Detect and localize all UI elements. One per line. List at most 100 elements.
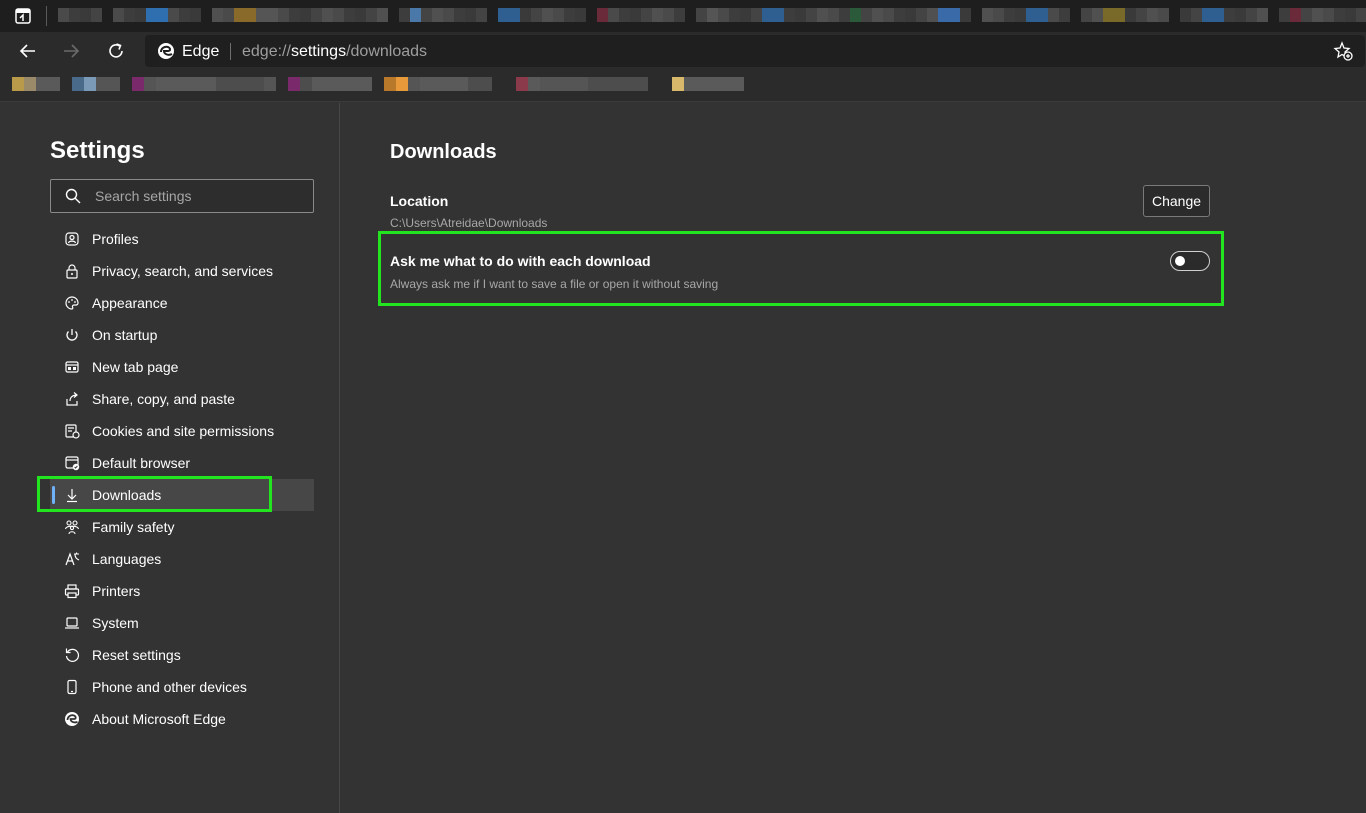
blurred-pixel	[1026, 8, 1037, 22]
blurred-pixel	[12, 77, 24, 91]
blurred-pixel	[575, 8, 586, 22]
blurred-pixel	[1334, 8, 1345, 22]
blurred-pixel	[312, 77, 372, 91]
refresh-icon	[109, 43, 123, 58]
blurred-pixel	[96, 77, 120, 91]
blurred-pixel	[144, 77, 156, 91]
blurred-pixel	[729, 8, 740, 22]
printer-icon	[64, 583, 80, 599]
back-button[interactable]	[16, 39, 40, 63]
sidebar-item-phone-and-other-devices[interactable]: Phone and other devices	[50, 671, 314, 703]
refresh-button[interactable]	[104, 39, 128, 63]
sidebar-item-about-microsoft-edge[interactable]: About Microsoft Edge	[50, 703, 314, 735]
blurred-pixel	[223, 8, 234, 22]
sidebar-item-downloads[interactable]: Downloads	[50, 479, 314, 511]
sidebar-item-languages[interactable]: Languages	[50, 543, 314, 575]
blurred-pixel	[520, 8, 531, 22]
ask-setting-description: Always ask me if I want to save a file o…	[390, 277, 719, 291]
forward-button[interactable]	[59, 39, 83, 63]
favorites-bar	[0, 70, 1366, 102]
blurred-pixel	[168, 8, 179, 22]
blurred-pixel	[421, 8, 432, 22]
blurred-pixel	[672, 77, 684, 91]
blurred-pixel	[396, 77, 408, 91]
blurred-pixel	[355, 8, 366, 22]
blurred-pixel	[817, 8, 828, 22]
blurred-pixel	[894, 8, 905, 22]
search-icon	[65, 188, 81, 204]
search-input[interactable]	[95, 180, 305, 212]
sidebar-item-profiles[interactable]: Profiles	[50, 223, 314, 255]
blurred-pixel	[344, 8, 355, 22]
ask-setting-title: Ask me what to do with each download	[390, 253, 651, 269]
blurred-pixel	[69, 8, 80, 22]
blurred-pixel	[80, 8, 91, 22]
reset-icon	[64, 647, 80, 663]
blurred-pixel	[1004, 8, 1015, 22]
sidebar-item-cookies-and-site-permissions[interactable]: Cookies and site permissions	[50, 415, 314, 447]
sidebar-item-label: Privacy, search, and services	[92, 263, 274, 279]
ask-download-toggle[interactable]	[1170, 251, 1210, 271]
location-path: C:\Users\Atreidae\Downloads	[390, 216, 548, 230]
blurred-pixel	[1048, 8, 1059, 22]
url-prefix: edge://	[242, 43, 291, 60]
tab-actions-icon[interactable]	[14, 7, 32, 25]
blurred-pixel	[1356, 8, 1366, 22]
palette-icon	[64, 295, 80, 311]
sidebar-item-system[interactable]: System	[50, 607, 314, 639]
blurred-pixel	[384, 77, 396, 91]
blurred-pixel	[1147, 8, 1158, 22]
blurred-pixel	[377, 8, 388, 22]
blurred-pixel	[245, 8, 256, 22]
blurred-pixel	[751, 8, 762, 22]
address-bar[interactable]: Edge edge://settings/downloads	[145, 35, 1365, 67]
blurred-pixel	[1158, 8, 1169, 22]
blurred-pixel	[540, 77, 588, 91]
blurred-pixel	[1202, 8, 1213, 22]
blurred-pixel	[190, 8, 201, 22]
blurred-pixel	[311, 8, 322, 22]
sidebar-item-appearance[interactable]: Appearance	[50, 287, 314, 319]
blurred-pixel	[718, 8, 729, 22]
blurred-pixel	[267, 8, 278, 22]
edge-logo-icon	[158, 43, 174, 59]
blurred-pixel	[1081, 8, 1092, 22]
blurred-pixel	[1191, 8, 1202, 22]
blurred-pixel	[597, 8, 608, 22]
blurred-pixel	[256, 8, 267, 22]
blurred-pixel	[696, 8, 707, 22]
laptop-icon	[64, 615, 80, 631]
sidebar-item-share-copy-and-paste[interactable]: Share, copy, and paste	[50, 383, 314, 415]
sidebar-item-default-browser[interactable]: Default browser	[50, 447, 314, 479]
sidebar-item-label: Phone and other devices	[92, 679, 247, 695]
sidebar-item-printers[interactable]: Printers	[50, 575, 314, 607]
blurred-pixel	[1125, 8, 1136, 22]
sidebar-item-reset-settings[interactable]: Reset settings	[50, 639, 314, 671]
profile-icon	[64, 231, 80, 247]
blurred-pixel	[806, 8, 817, 22]
blurred-pixel	[124, 8, 135, 22]
sidebar-item-family-safety[interactable]: Family safety	[50, 511, 314, 543]
search-box[interactable]	[50, 179, 314, 213]
add-favorite-icon[interactable]	[1333, 41, 1353, 61]
sidebar-item-on-startup[interactable]: On startup	[50, 319, 314, 351]
sidebar-item-privacy-search-and-services[interactable]: Privacy, search, and services	[50, 255, 314, 287]
site-identity-label: Edge	[182, 43, 220, 60]
blurred-pixel	[1180, 8, 1191, 22]
sidebar-item-new-tab-page[interactable]: New tab page	[50, 351, 314, 383]
blurred-pixel	[927, 8, 938, 22]
blurred-pixel	[795, 8, 806, 22]
blurred-pixel	[146, 8, 157, 22]
sidebar-item-label: On startup	[92, 327, 158, 343]
blurred-pixel	[762, 8, 773, 22]
blurred-pixel	[674, 8, 685, 22]
change-location-button[interactable]: Change	[1143, 185, 1210, 217]
settings-nav: Profiles Privacy, search, and services App…	[50, 223, 314, 735]
blurred-pixel	[1235, 8, 1246, 22]
share-icon	[64, 391, 80, 407]
blurred-pixel	[1301, 8, 1312, 22]
blurred-pixel	[216, 77, 264, 91]
blurred-pixel	[443, 8, 454, 22]
blurred-pixel	[468, 77, 492, 91]
blurred-pixel	[663, 8, 674, 22]
